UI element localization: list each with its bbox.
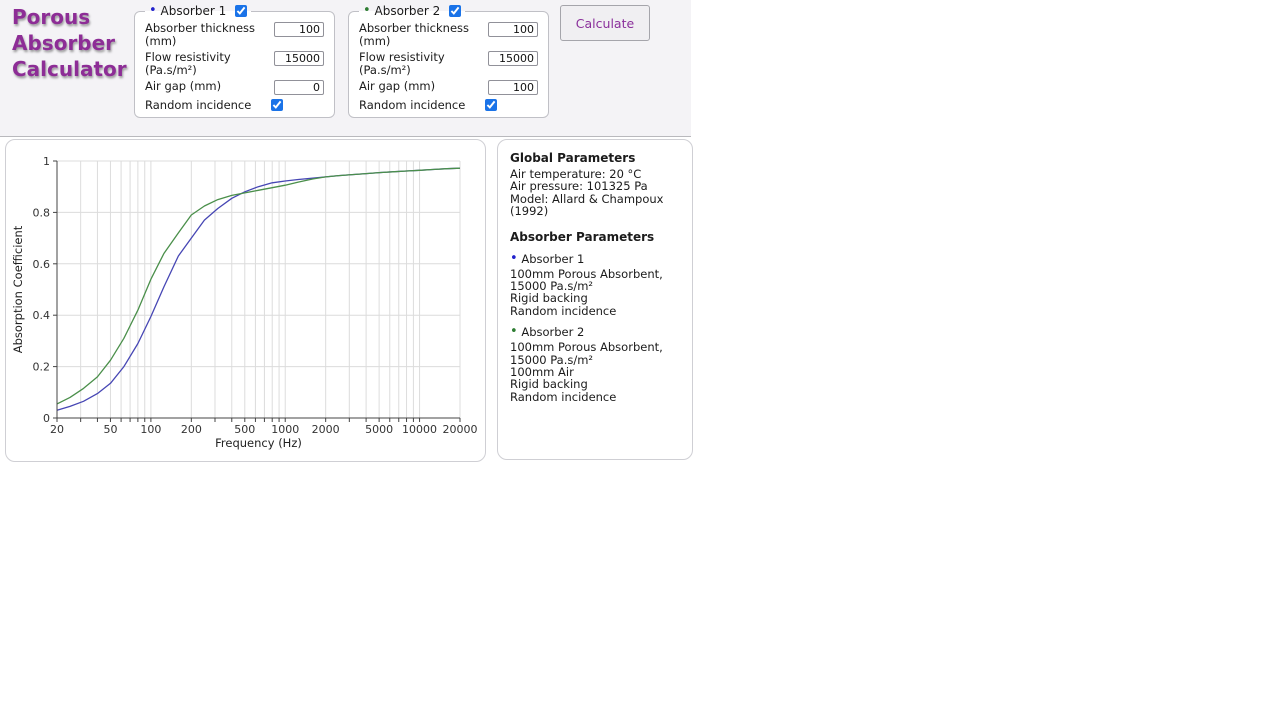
absorber1-summary-label: Absorber 1 — [521, 251, 585, 266]
x-tick-label: 1000 — [271, 423, 299, 436]
x-tick-label: 200 — [181, 423, 202, 436]
summary-line: 100mm Porous Absorbent, — [510, 340, 663, 355]
absorber1-legend-label: Absorber 1 — [160, 4, 227, 18]
absorber2-fieldset: • Absorber 2 Absorber thickness (mm) Flo… — [348, 4, 549, 118]
absorber2-thickness-label: Absorber thickness (mm) — [359, 21, 470, 48]
x-tick-label: 20 — [50, 423, 64, 436]
absorber2-random-incidence-checkbox[interactable] — [485, 99, 497, 111]
y-tick-label: 0.2 — [33, 361, 51, 374]
absorption-chart-panel: 20 50 100 200 500 1000 2000 5000 10000 20000 0 0.2 0… — [5, 139, 486, 462]
app-title-line3: Calculator — [12, 57, 127, 81]
summary-line: Random incidence — [510, 389, 617, 404]
absorber2-air-gap-input[interactable] — [488, 80, 538, 95]
absorber2-summary-label: Absorber 2 — [521, 325, 585, 340]
page: Porous Absorber Calculator • Absorber 1 … — [0, 0, 1280, 720]
checkbox-column — [485, 99, 535, 111]
x-tick-label: 10000 — [402, 423, 437, 436]
absorber1-flow-resistivity-input[interactable] — [274, 51, 324, 66]
x-tick-label: 50 — [103, 423, 117, 436]
form-row: Flow resistivity (Pa.s/m²) — [145, 51, 324, 77]
x-tick-label: 100 — [140, 423, 161, 436]
app-title: Porous Absorber Calculator — [12, 4, 127, 82]
absorber1-air-gap-input[interactable] — [274, 80, 324, 95]
curve-absorber1 — [56, 167, 461, 411]
summary-line: Random incidence — [510, 303, 617, 318]
parameters-panel: Global Parameters Air temperature: 20 °C… — [497, 139, 693, 460]
summary-line: Rigid backing — [510, 377, 588, 392]
y-tick-label: 0.6 — [33, 258, 51, 271]
absorber2-random-incidence-label: Random incidence — [359, 98, 466, 112]
x-tick-label: 5000 — [365, 423, 393, 436]
x-tick-label: 500 — [234, 423, 255, 436]
absorber-parameters-heading: Absorber Parameters — [510, 229, 655, 244]
absorber1-random-incidence-checkbox[interactable] — [271, 99, 283, 111]
model-line: Model: Allard & Champoux (1992) — [510, 191, 664, 219]
absorber2-legend-label: Absorber 2 — [374, 4, 441, 18]
absorber1-summary: • Absorber 1 100mm Porous Absorbent, 150… — [510, 250, 682, 318]
y-tick-label: 1 — [43, 155, 50, 168]
form-row: Air gap (mm) — [145, 80, 324, 95]
absorber2-enabled-checkbox[interactable] — [449, 5, 462, 17]
absorber1-flow-resistivity-label: Flow resistivity (Pa.s/m²) — [145, 50, 231, 77]
curve-absorber2 — [56, 167, 461, 405]
absorber1-summary-name: • Absorber 1 — [510, 250, 682, 266]
absorber2-flow-resistivity-label: Flow resistivity (Pa.s/m²) — [359, 50, 445, 77]
y-tick-label: 0.8 — [33, 206, 51, 219]
app-title-line1: Porous — [12, 5, 91, 29]
header-band: Porous Absorber Calculator • Absorber 1 … — [0, 0, 691, 137]
absorber2-thickness-input[interactable] — [488, 22, 538, 37]
x-axis-label: Frequency (Hz) — [215, 436, 302, 450]
y-tick-label: 0.4 — [33, 309, 51, 322]
absorber1-fieldset: • Absorber 1 Absorber thickness (mm) Flo… — [134, 4, 335, 118]
calculate-button[interactable]: Calculate — [560, 5, 650, 41]
air-pressure-line: Air pressure: 101325 Pa — [510, 179, 648, 194]
absorber1-thickness-input[interactable] — [274, 22, 324, 37]
form-row: Random incidence — [145, 99, 324, 112]
app-title-line2: Absorber — [12, 31, 116, 55]
x-tick-label: 2000 — [312, 423, 340, 436]
absorber1-bullet-icon: • — [510, 250, 518, 266]
absorber2-air-gap-label: Air gap (mm) — [359, 79, 436, 93]
absorption-coefficient-chart: 20 50 100 200 500 1000 2000 5000 10000 20000 0 0.2 0… — [11, 155, 478, 450]
form-row: Air gap (mm) — [359, 80, 538, 95]
global-parameters-heading: Global Parameters — [510, 151, 636, 165]
absorber1-random-incidence-label: Random incidence — [145, 98, 252, 112]
absorber1-legend: • Absorber 1 — [145, 4, 251, 18]
absorber1-bullet-icon: • — [149, 3, 157, 18]
summary-line: Rigid backing — [510, 291, 588, 306]
absorber2-bullet-icon: • — [510, 324, 518, 340]
absorber1-air-gap-label: Air gap (mm) — [145, 79, 222, 93]
absorber2-legend: • Absorber 2 — [359, 4, 465, 18]
absorber2-summary: • Absorber 2 100mm Porous Absorbent, 150… — [510, 324, 682, 404]
y-axis-label: Absorption Coefficient — [11, 225, 25, 353]
form-row: Absorber thickness (mm) — [145, 22, 324, 48]
checkbox-column — [271, 99, 321, 111]
x-tick-label: 20000 — [443, 423, 478, 436]
absorber1-thickness-label: Absorber thickness (mm) — [145, 21, 256, 48]
form-row: Random incidence — [359, 99, 538, 112]
form-row: Absorber thickness (mm) — [359, 22, 538, 48]
absorber1-enabled-checkbox[interactable] — [235, 5, 248, 17]
absorber2-bullet-icon: • — [363, 3, 371, 18]
form-row: Flow resistivity (Pa.s/m²) — [359, 51, 538, 77]
absorber2-summary-name: • Absorber 2 — [510, 324, 682, 340]
y-tick-label: 0 — [43, 412, 50, 425]
absorber2-flow-resistivity-input[interactable] — [488, 51, 538, 66]
